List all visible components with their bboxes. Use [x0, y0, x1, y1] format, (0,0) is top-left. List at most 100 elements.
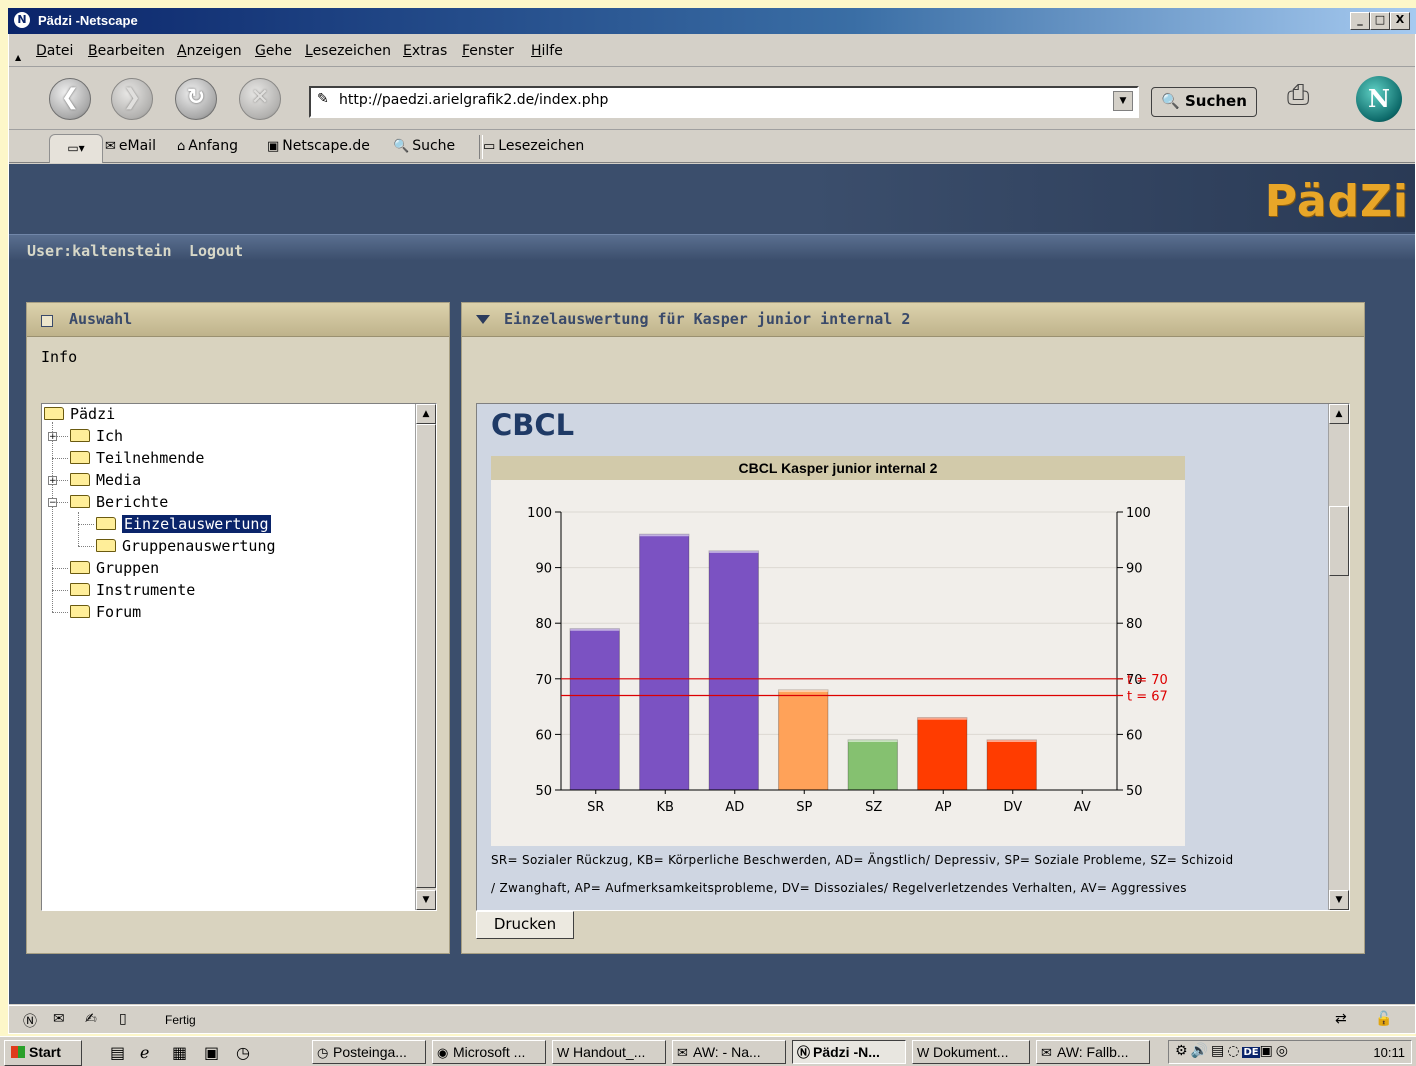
- info-link[interactable]: Info: [41, 347, 77, 367]
- tree-item-forum[interactable]: Forum: [70, 602, 141, 622]
- tree-scrollbar[interactable]: ▲ ▼: [415, 404, 436, 910]
- folder-icon: [70, 495, 90, 508]
- composer-icon[interactable]: ✍: [85, 1011, 97, 1027]
- collapse-triangle-icon[interactable]: [476, 315, 490, 324]
- toolbar-grip-icon[interactable]: ▲: [15, 53, 21, 62]
- tree-item-teilnehmende[interactable]: Teilnehmende: [70, 448, 204, 468]
- tree-item-gruppen[interactable]: Gruppen: [70, 558, 159, 578]
- netscape-small-icon: N: [14, 12, 30, 28]
- tree-connector: [56, 480, 68, 481]
- clock-app-icon[interactable]: ◷: [236, 1043, 250, 1062]
- web-page: PädZi User:kaltenstein Logout Auswahl In…: [9, 164, 1415, 1004]
- mail-icon[interactable]: ✉: [53, 1011, 65, 1027]
- folder-icon: [70, 561, 90, 574]
- search-button[interactable]: 🔍 Suchen: [1151, 87, 1257, 117]
- stop-icon[interactable]: ✕: [239, 78, 281, 120]
- toolbar-netscape[interactable]: ▣ Netscape.de: [267, 137, 370, 156]
- tree-connector: [56, 436, 68, 437]
- back-arrow-icon[interactable]: ❮: [49, 78, 91, 120]
- tree-item-instrumente[interactable]: Instrumente: [70, 580, 195, 600]
- menu-extras[interactable]: Extras: [403, 42, 447, 60]
- tree-item-ich[interactable]: Ich: [70, 426, 123, 446]
- print-button[interactable]: Drucken: [476, 911, 574, 939]
- folder-icon: [44, 407, 64, 420]
- collapse-icon[interactable]: −: [48, 498, 57, 508]
- page-proxy-icon[interactable]: ✎: [317, 91, 329, 107]
- url-dropdown-icon[interactable]: ▼: [1113, 91, 1133, 111]
- expand-icon[interactable]: +: [48, 476, 57, 486]
- task-dokument[interactable]: W Dokument...: [912, 1040, 1030, 1064]
- tree-item-media[interactable]: Media: [70, 470, 141, 490]
- toolbar-lesezeichen[interactable]: ▭ Lesezeichen: [483, 137, 584, 156]
- report-panel-header[interactable]: Einzelauswertung für Kasper junior inter…: [462, 303, 1364, 337]
- tree-item-paedzi[interactable]: Pädzi: [44, 404, 115, 424]
- word-icon: W: [917, 1045, 930, 1060]
- task-aw-fallb[interactable]: ✉ AW: Fallb...: [1036, 1040, 1150, 1064]
- report-scroll-thumb[interactable]: [1329, 506, 1349, 576]
- menu-datei[interactable]: Datei: [36, 42, 73, 60]
- url-bar[interactable]: ✎ ▼: [309, 86, 1139, 118]
- language-indicator[interactable]: DE: [1242, 1047, 1260, 1058]
- toolbar-email[interactable]: ✉ eMail: [105, 137, 156, 156]
- scroll-up-icon[interactable]: ▲: [1329, 404, 1349, 424]
- quicklaunch-app-icon[interactable]: ▣: [204, 1043, 219, 1062]
- report-scrollbar[interactable]: ▲ ▼: [1328, 404, 1349, 910]
- menu-anzeigen[interactable]: Anzeigen: [177, 42, 242, 60]
- tree-item-einzelauswertung[interactable]: Einzelauswertung: [96, 514, 271, 534]
- reload-icon[interactable]: ↻: [175, 78, 217, 120]
- tree-item-gruppenauswertung[interactable]: Gruppenauswertung: [96, 536, 276, 556]
- forward-arrow-icon[interactable]: ❯: [111, 78, 153, 120]
- menu-bearbeiten[interactable]: Bearbeiten: [88, 42, 165, 60]
- navigation-toolbar: ❮ ❯ ↻ ✕ ✎ ▼ 🔍 Suchen ⎙ N: [9, 68, 1415, 130]
- start-button[interactable]: Start: [4, 1040, 82, 1066]
- selection-panel-header[interactable]: Auswahl: [27, 303, 449, 337]
- navigator-icon[interactable]: Ⓝ: [23, 1011, 37, 1031]
- menu-lesezeichen[interactable]: Lesezeichen: [305, 42, 391, 60]
- cbcl-chart: CBCL Kasper junior internal 2 50 50 60 60 70…: [491, 456, 1185, 846]
- toolbar-anfang[interactable]: ⌂ Anfang: [177, 137, 238, 156]
- url-input[interactable]: [339, 90, 1099, 110]
- tree-item-berichte[interactable]: Berichte: [70, 492, 168, 512]
- minimize-button[interactable]: _: [1350, 12, 1370, 30]
- x-tick-label: SP: [796, 800, 812, 815]
- scroll-down-icon[interactable]: ▼: [416, 890, 436, 910]
- site-logo[interactable]: PädZi: [1265, 174, 1409, 230]
- tree-connector: [52, 590, 68, 591]
- x-tick-label: SR: [587, 800, 604, 815]
- print-icon[interactable]: ⎙: [1287, 78, 1309, 112]
- scroll-up-icon[interactable]: ▲: [416, 404, 436, 424]
- toolbar-suche[interactable]: 🔍 Suche: [393, 137, 455, 156]
- task-handout[interactable]: W Handout_...: [552, 1040, 666, 1064]
- task-microsoft[interactable]: ◉ Microsoft ...: [432, 1040, 546, 1064]
- section-title: CBCL: [491, 408, 575, 442]
- x-tick-label: KB: [657, 800, 674, 815]
- tree-scroll-thumb[interactable]: [416, 424, 436, 888]
- tray-icons[interactable]: ⚙🔊▤◌DE▣◎: [1175, 1043, 1291, 1060]
- task-aw-na[interactable]: ✉ AW: - Na...: [672, 1040, 786, 1064]
- status-text: Fertig: [165, 1013, 196, 1027]
- internet-explorer-icon[interactable]: ℯ: [140, 1043, 149, 1062]
- quicklaunch-app-icon[interactable]: ▦: [172, 1043, 187, 1062]
- expand-icon[interactable]: +: [48, 432, 57, 442]
- menu-hilfe[interactable]: Hilfe: [531, 42, 563, 60]
- menu-fenster[interactable]: Fenster: [462, 42, 514, 60]
- online-icon[interactable]: ⇄: [1335, 1011, 1347, 1027]
- new-tab-icon[interactable]: ▭▾: [49, 134, 103, 163]
- show-desktop-icon[interactable]: ▤: [110, 1043, 125, 1062]
- bookmark-folder-icon: ▭: [483, 139, 496, 154]
- task-paedzi[interactable]: Ⓝ Pädzi -N...: [792, 1040, 906, 1064]
- system-tray: ⚙🔊▤◌DE▣◎ 10:11: [1168, 1040, 1412, 1064]
- addressbook-icon[interactable]: ▯: [119, 1011, 127, 1027]
- y-tick-label: 60: [535, 728, 552, 743]
- close-button[interactable]: X: [1390, 12, 1410, 30]
- tree-connector: [52, 612, 68, 613]
- netscape-logo-icon[interactable]: N: [1356, 76, 1402, 122]
- lock-icon[interactable]: 🔓: [1375, 1011, 1392, 1027]
- logout-link[interactable]: Logout: [189, 241, 243, 261]
- collapse-box-icon[interactable]: [41, 315, 53, 327]
- menu-gehe[interactable]: Gehe: [255, 42, 292, 60]
- scroll-down-icon[interactable]: ▼: [1329, 890, 1349, 910]
- task-posteingang[interactable]: ◷ Posteinga...: [312, 1040, 426, 1064]
- maximize-button[interactable]: □: [1370, 12, 1390, 30]
- y-tick-label: 90: [535, 562, 552, 577]
